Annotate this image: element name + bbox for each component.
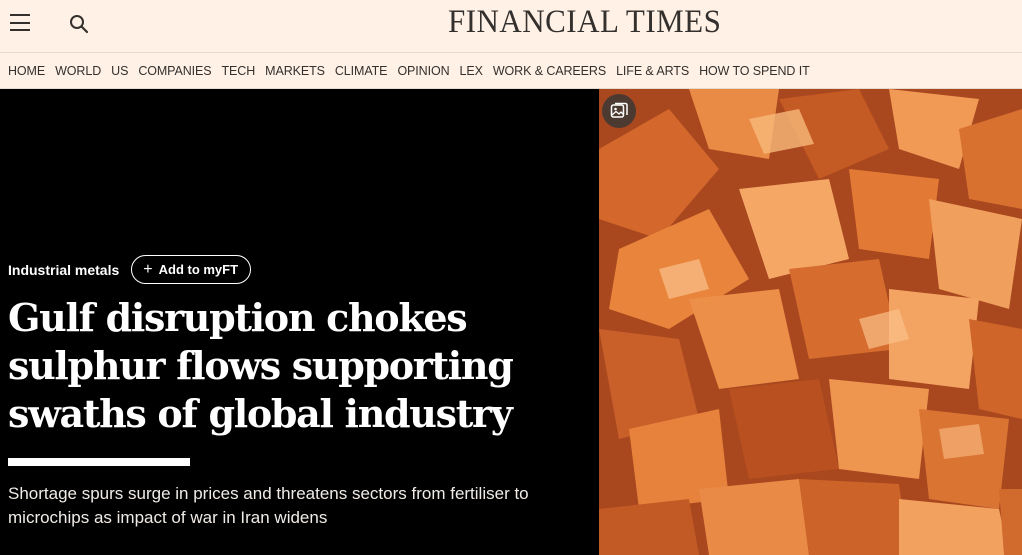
search-icon[interactable] bbox=[68, 13, 90, 35]
nav-item-world[interactable]: WORLD bbox=[55, 64, 101, 78]
hero-image[interactable] bbox=[599, 89, 1022, 555]
nav-item-companies[interactable]: COMPANIES bbox=[138, 64, 211, 78]
headline-link[interactable]: Gulf disruption chokes sulphur flows sup… bbox=[8, 294, 548, 438]
gallery-icon[interactable] bbox=[602, 94, 636, 128]
sulphur-flakes-image bbox=[599, 89, 1022, 555]
nav-item-us[interactable]: US bbox=[111, 64, 128, 78]
nav-item-home[interactable]: HOME bbox=[8, 64, 45, 78]
nav-item-lex[interactable]: LEX bbox=[460, 64, 483, 78]
nav-item-life-arts[interactable]: LIFE & ARTS bbox=[616, 64, 689, 78]
main-navigation: HOME WORLD US COMPANIES TECH MARKETS CLI… bbox=[0, 52, 1022, 89]
nav-item-climate[interactable]: CLIMATE bbox=[335, 64, 388, 78]
topic-link[interactable]: Industrial metals bbox=[8, 262, 119, 278]
menu-icon[interactable] bbox=[10, 14, 30, 31]
nav-item-how-to-spend-it[interactable]: HOW TO SPEND IT bbox=[699, 64, 810, 78]
ft-masthead-logo[interactable]: FINANCIAL TIMES bbox=[448, 4, 721, 41]
headline-divider bbox=[8, 458, 190, 466]
nav-item-tech[interactable]: TECH bbox=[222, 64, 256, 78]
standfirst[interactable]: Shortage spurs surge in prices and threa… bbox=[8, 482, 578, 530]
add-to-myft-label: Add to myFT bbox=[158, 262, 239, 277]
topic-row: Industrial metals + Add to myFT bbox=[8, 255, 252, 284]
plus-icon: + bbox=[143, 260, 153, 278]
hero-text-panel: Industrial metals + Add to myFT Gulf dis… bbox=[0, 89, 598, 555]
hero-story: Industrial metals + Add to myFT Gulf dis… bbox=[0, 89, 1022, 555]
nav-item-work-careers[interactable]: WORK & CAREERS bbox=[493, 64, 606, 78]
nav-item-markets[interactable]: MARKETS bbox=[265, 64, 325, 78]
nav-item-opinion[interactable]: OPINION bbox=[397, 64, 449, 78]
site-header: FINANCIAL TIMES bbox=[0, 0, 1022, 51]
add-to-myft-button[interactable]: + Add to myFT bbox=[131, 255, 252, 284]
